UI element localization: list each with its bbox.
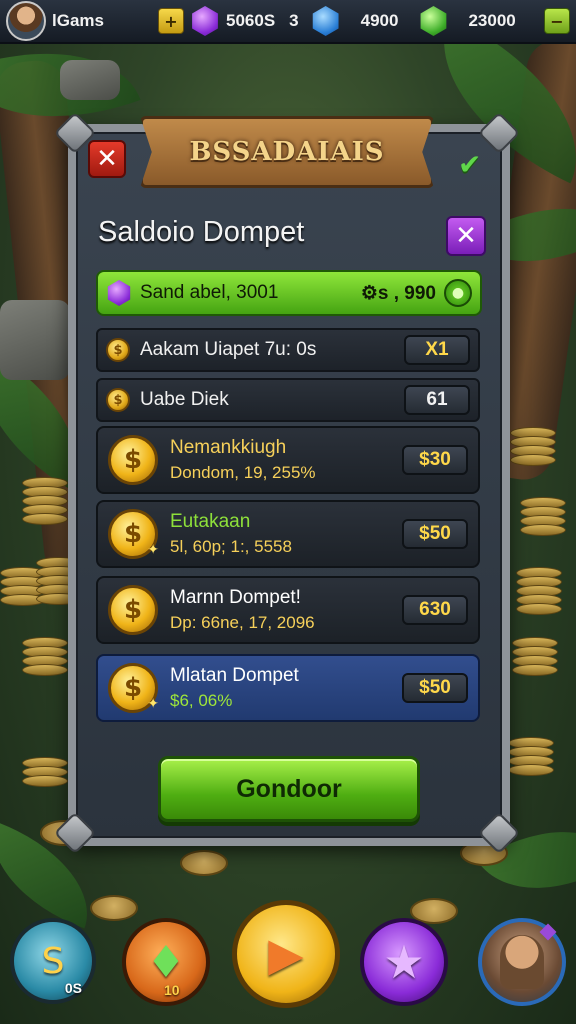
offer-subtitle: Dondom, 19, 255% — [170, 463, 316, 482]
balance-bar[interactable]: Sand abel, 3001 ⚙s , 990 ● — [96, 270, 482, 316]
offer-subtitle: Dp: 66ne, 17, 2096 — [170, 613, 315, 632]
balance-value: ⚙s , 990 — [360, 282, 436, 304]
gold-coin-icon: $ — [108, 435, 158, 485]
gold-coin-icon: $ — [108, 585, 158, 635]
nav-character-button[interactable] — [478, 918, 566, 1006]
wallet-row-label: Aakam Uiapet 7u: 0s — [140, 339, 317, 360]
offer-row[interactable]: $ Nemankkiugh Dondom, 19, 255% $30 — [96, 426, 480, 494]
offer-price-button[interactable]: 630 — [402, 595, 468, 625]
add-currency-button[interactable]: + — [158, 8, 184, 34]
dialog-title: Saldoio Dompet — [98, 216, 305, 248]
offer-subtitle: 5l, 60p; 1:, 5558 — [170, 537, 292, 556]
resource-bar: lGams + 5060S 3 4900 23000 − — [0, 0, 576, 44]
star-icon: ★ — [383, 935, 425, 989]
offer-title: Mlatan Dompet — [170, 665, 299, 686]
green-gem-icon: ♦ — [146, 936, 186, 988]
offer-title: Marnn Dompet! — [170, 587, 301, 608]
resource-separator: 3 — [289, 11, 299, 30]
nav-rune-button[interactable]: S 0S — [10, 918, 96, 1004]
coin-icon: $ — [106, 388, 130, 412]
purple-gem-icon — [192, 6, 218, 36]
balance-go-icon[interactable]: ● — [444, 279, 472, 307]
nav-play-button[interactable]: ▶ — [232, 900, 340, 1008]
offer-price-button[interactable]: $50 — [402, 519, 468, 549]
nav-count: 0S — [64, 980, 82, 996]
gold-coin-icon: $ ✦ — [108, 663, 159, 713]
wallet-row[interactable]: $ Aakam Uiapet 7u: 0s X1 — [96, 328, 480, 372]
offer-row[interactable]: $ ✦ Eutakaan 5l, 60p; 1:, 5558 $50 — [96, 500, 480, 568]
offer-price-button[interactable]: $30 — [402, 445, 468, 475]
blue-gem-value: 4900 — [360, 11, 399, 30]
wallet-row-value[interactable]: 61 — [404, 385, 470, 415]
character-portrait-icon — [500, 935, 544, 989]
confirm-button[interactable]: Gondoor — [158, 756, 420, 822]
dialog-banner: BSSADAIAIS — [140, 116, 434, 188]
nav-count: 10 — [164, 982, 180, 998]
purple-gem-icon — [107, 280, 131, 306]
nav-gem-button[interactable]: ♦ 10 — [122, 918, 210, 1006]
offer-title: Eutakaan — [170, 511, 251, 532]
play-arrow-icon: ▶ — [268, 927, 304, 981]
green-gem-icon — [420, 6, 447, 36]
wallet-row-value[interactable]: X1 — [404, 335, 470, 365]
offer-title: Nemankkiugh — [170, 437, 287, 458]
wallet-row-label: Uabe Diek — [140, 389, 229, 410]
coin-icon: $ — [106, 338, 130, 362]
close-section-button[interactable]: ✕ — [446, 216, 486, 256]
banner-title: BSSADAIAIS — [189, 137, 385, 167]
check-icon[interactable]: ✔ — [458, 148, 481, 181]
blue-gem-icon — [312, 6, 339, 36]
gold-coin-icon: $ ✦ — [108, 509, 159, 559]
offer-subtitle: $6, 06% — [170, 691, 233, 710]
player-name: lGams — [52, 11, 104, 30]
offer-row-selected[interactable]: $ ✦ Mlatan Dompet $6, 06% $50 — [96, 654, 480, 722]
offer-row[interactable]: $ Marnn Dompet! Dp: 66ne, 17, 2096 630 — [96, 576, 480, 644]
purple-gem-value: 5060S — [226, 11, 276, 30]
balance-label: Sand abel, 3001 — [140, 282, 279, 303]
wallet-row[interactable]: $ Uabe Diek 61 — [96, 378, 480, 422]
green-gem-value: 23000 — [468, 11, 516, 30]
nav-star-button[interactable]: ★ — [360, 918, 448, 1006]
swirl-rune-icon: S — [41, 940, 65, 982]
add-green-gem-button[interactable]: − — [544, 8, 570, 34]
close-dialog-button[interactable]: ✕ — [88, 140, 126, 178]
offer-price-button[interactable]: $50 — [402, 673, 468, 703]
player-avatar[interactable] — [6, 1, 46, 41]
